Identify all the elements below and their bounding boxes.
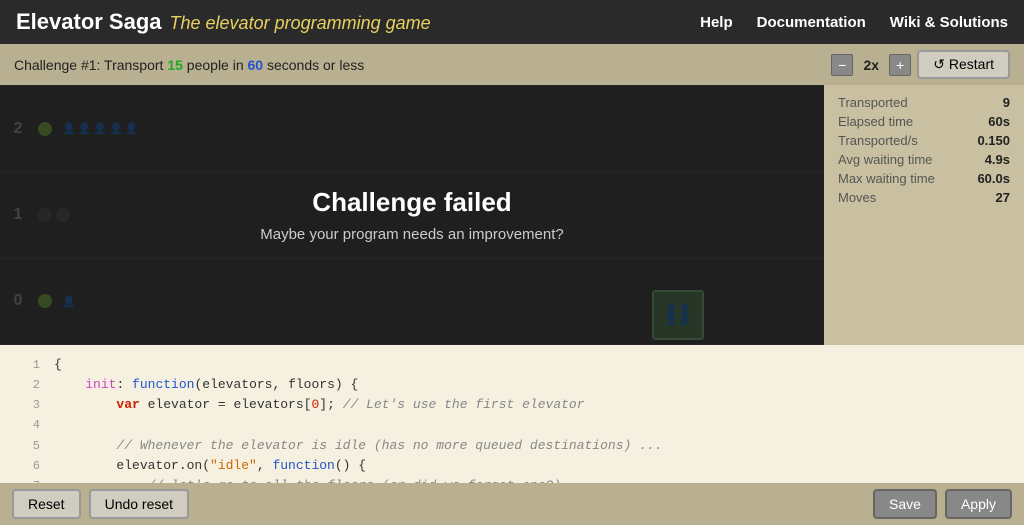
challenge-bar: Challenge #1: Transport 15 people in 60 … (0, 44, 1024, 85)
code-line-5: 5 // Whenever the elevator is idle (has … (12, 436, 1012, 456)
challenge-mid: people in (187, 57, 244, 73)
stat-max-wait: Max waiting time 60.0s (838, 171, 1010, 186)
speed-label: 2x (859, 57, 883, 73)
restart-button[interactable]: ↺ Restart (917, 50, 1010, 79)
stat-tps-label: Transported/s (838, 133, 918, 148)
bottom-right: Save Apply (873, 489, 1012, 519)
stat-avg-wait-label: Avg waiting time (838, 152, 932, 167)
stat-elapsed: Elapsed time 60s (838, 114, 1010, 129)
nav-documentation[interactable]: Documentation (757, 14, 866, 31)
challenge-seconds: 60 (248, 57, 264, 73)
code-block: 1{ 2 init: function(elevators, floors) {… (0, 351, 1024, 483)
stat-avg-wait: Avg waiting time 4.9s (838, 152, 1010, 167)
nav-wiki[interactable]: Wiki & Solutions (890, 14, 1008, 31)
header: Elevator Saga The elevator programming g… (0, 0, 1024, 44)
nav-help[interactable]: Help (700, 14, 733, 31)
stat-elapsed-value: 60s (988, 114, 1010, 129)
stat-max-wait-label: Max waiting time (838, 171, 935, 186)
stat-elapsed-label: Elapsed time (838, 114, 913, 129)
speed-decrease-button[interactable]: − (831, 54, 853, 76)
app-subtitle: The elevator programming game (170, 13, 431, 34)
sim-area: Challenge failed Maybe your program need… (0, 85, 824, 345)
overlay-subtitle: Maybe your program needs an improvement? (260, 226, 564, 243)
bottom-left: Reset Undo reset (12, 489, 189, 519)
stat-moves: Moves 27 (838, 190, 1010, 205)
reset-button[interactable]: Reset (12, 489, 81, 519)
code-line-4: 4 (12, 415, 1012, 435)
stat-max-wait-value: 60.0s (977, 171, 1010, 186)
save-button[interactable]: Save (873, 489, 937, 519)
app-title: Elevator Saga (16, 9, 162, 35)
header-nav: Help Documentation Wiki & Solutions (700, 14, 1008, 31)
stat-moves-label: Moves (838, 190, 876, 205)
code-line-1: 1{ (12, 355, 1012, 375)
code-line-6: 6 elevator.on("idle", function() { (12, 456, 1012, 476)
stat-avg-wait-value: 4.9s (985, 152, 1010, 167)
header-title-block: Elevator Saga The elevator programming g… (16, 9, 431, 35)
stat-transported-value: 9 (1003, 95, 1010, 110)
stat-moves-value: 27 (996, 190, 1010, 205)
challenge-overlay: Challenge failed Maybe your program need… (0, 85, 824, 345)
apply-button[interactable]: Apply (945, 489, 1012, 519)
stats-panel: Transported 9 Elapsed time 60s Transport… (824, 85, 1024, 345)
challenge-controls: − 2x + ↺ Restart (831, 50, 1010, 79)
challenge-prefix: Challenge #1: Transport (14, 57, 163, 73)
speed-increase-button[interactable]: + (889, 54, 911, 76)
code-line-2: 2 init: function(elevators, floors) { (12, 375, 1012, 395)
bottom-bar: Reset Undo reset Save Apply (0, 483, 1024, 525)
stat-tps-value: 0.150 (977, 133, 1010, 148)
overlay-title: Challenge failed (312, 187, 511, 218)
stat-tps: Transported/s 0.150 (838, 133, 1010, 148)
challenge-suffix: seconds or less (267, 57, 364, 73)
challenge-people: 15 (167, 57, 183, 73)
undo-reset-button[interactable]: Undo reset (89, 489, 189, 519)
game-area: Challenge failed Maybe your program need… (0, 85, 1024, 345)
code-area[interactable]: 1{ 2 init: function(elevators, floors) {… (0, 345, 1024, 483)
code-line-3: 3 var elevator = elevators[0]; // Let's … (12, 395, 1012, 415)
challenge-text: Challenge #1: Transport 15 people in 60 … (14, 57, 364, 73)
stat-transported-label: Transported (838, 95, 908, 110)
code-line-7: 7 // let's go to all the floors (or did … (12, 476, 1012, 483)
stat-transported: Transported 9 (838, 95, 1010, 110)
